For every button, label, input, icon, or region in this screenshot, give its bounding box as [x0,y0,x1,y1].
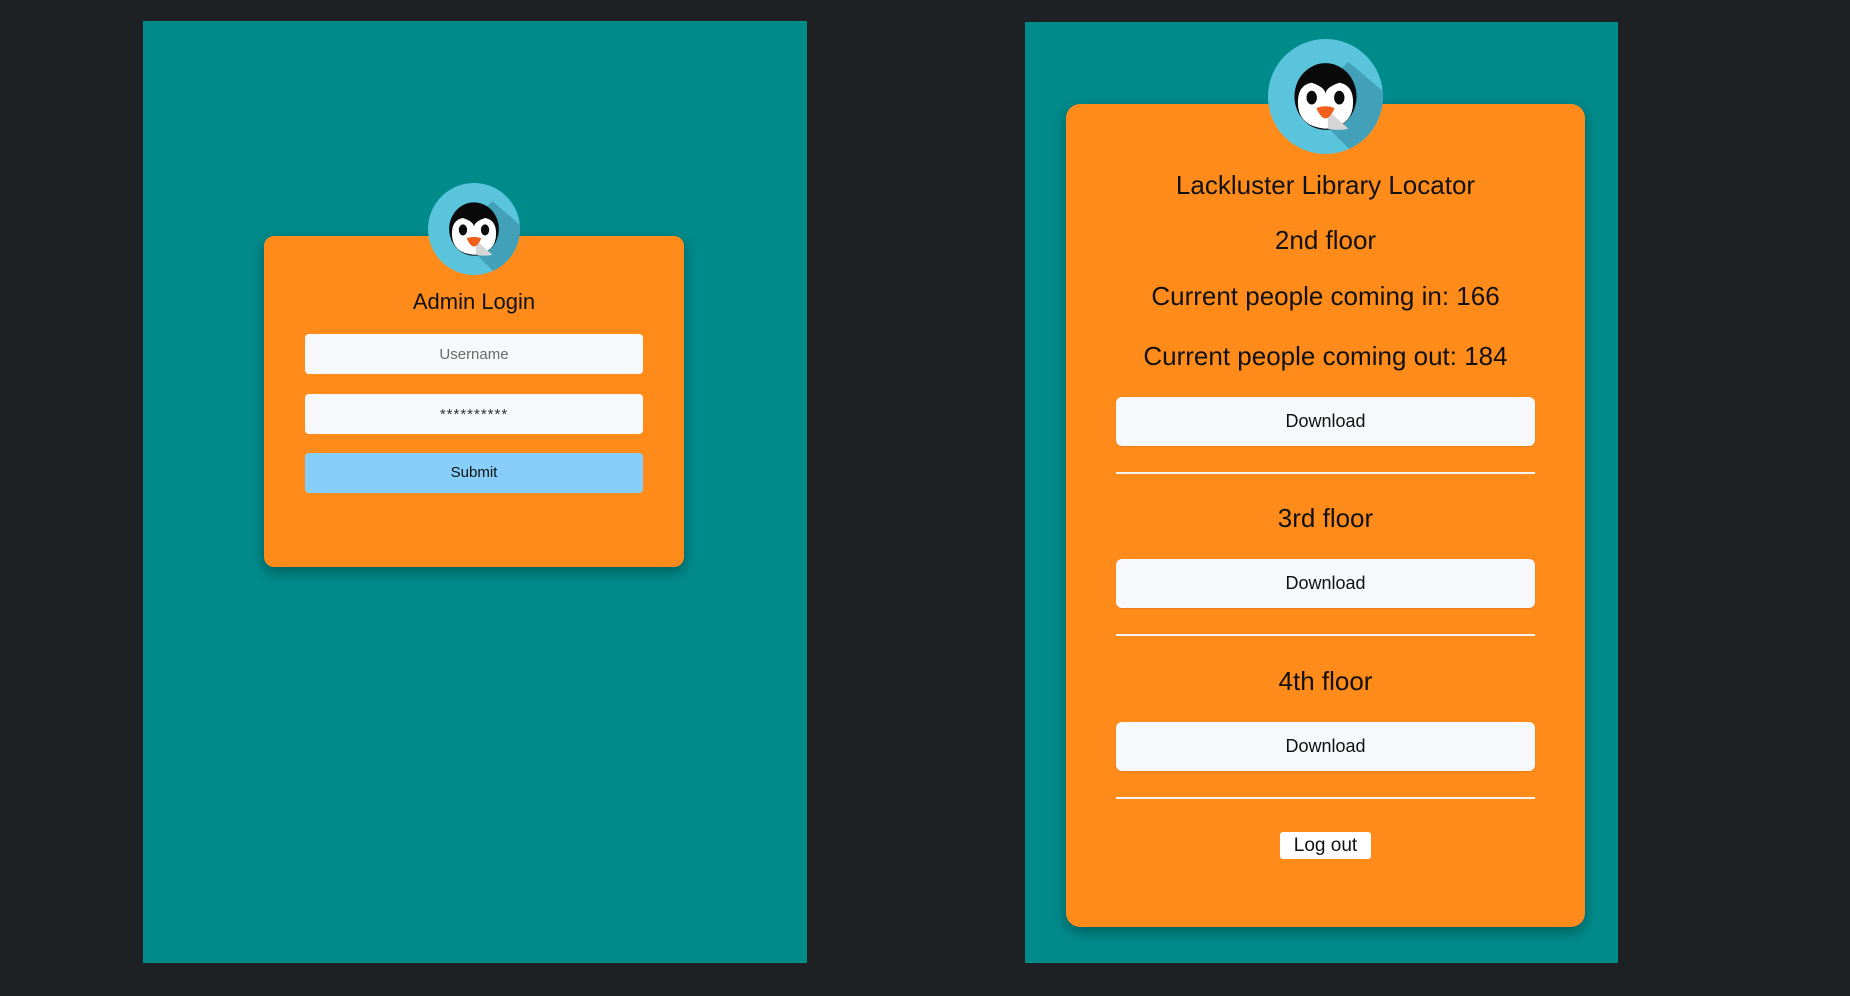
penguin-icon [1268,39,1383,154]
password-input[interactable] [305,394,643,434]
divider [1116,634,1535,636]
penguin-icon [428,183,520,275]
floor-heading-4th: 4th floor [1278,666,1373,696]
people-coming-in: Current people coming in: 166 [1151,281,1500,311]
download-3rd-floor-button[interactable]: Download [1116,559,1535,608]
divider [1116,797,1535,799]
logout-button[interactable]: Log out [1280,832,1371,859]
download-2nd-floor-button[interactable]: Download [1116,397,1535,446]
username-input[interactable] [305,334,643,374]
submit-button[interactable]: Submit [305,453,643,493]
divider [1116,472,1535,474]
floor-heading-3rd: 3rd floor [1277,503,1374,533]
floor-heading-2nd: 2nd floor [1274,225,1377,255]
login-title: Admin Login [412,289,536,314]
download-4th-floor-button[interactable]: Download [1116,722,1535,771]
people-coming-out: Current people coming out: 184 [1143,341,1508,371]
app-title: Lackluster Library Locator [1175,170,1476,200]
